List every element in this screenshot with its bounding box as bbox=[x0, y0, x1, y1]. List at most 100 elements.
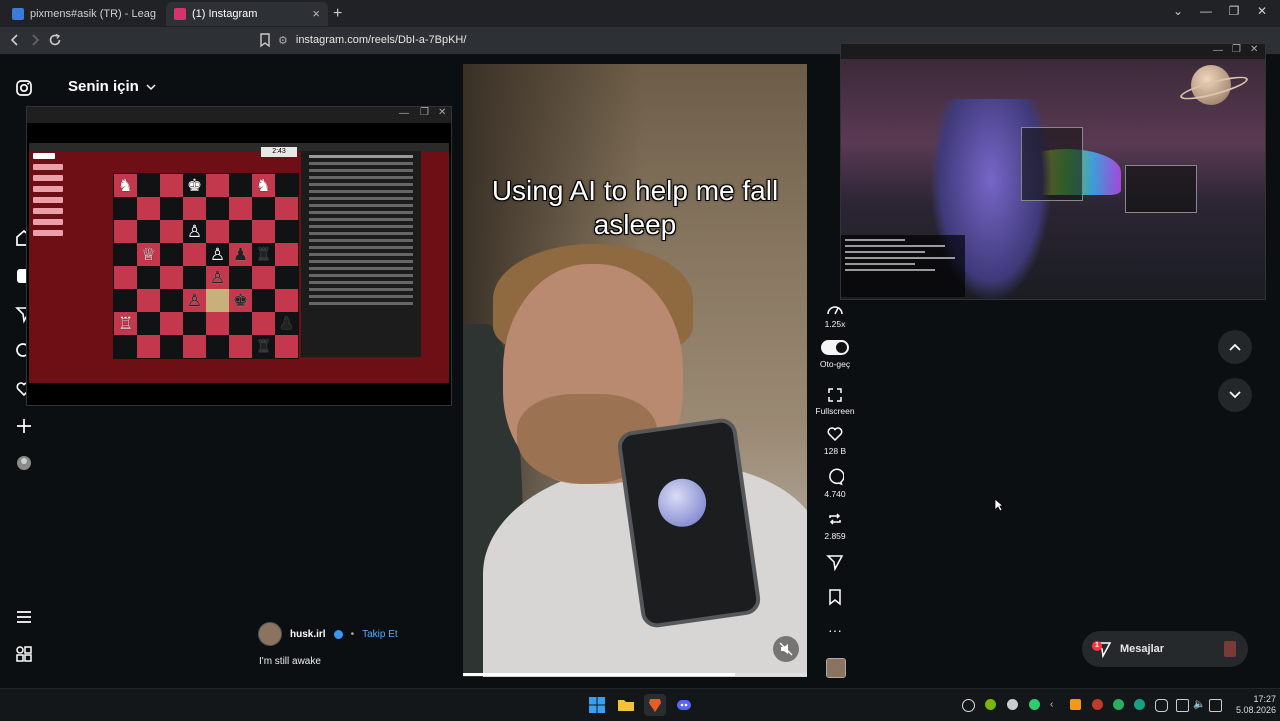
system-clock[interactable]: 17:27 5.08.2026 bbox=[1222, 694, 1276, 716]
forward-arrow-icon[interactable] bbox=[26, 31, 44, 49]
chevron-left-icon[interactable]: ‹ bbox=[1050, 699, 1061, 710]
minimize-icon[interactable]: — bbox=[1213, 45, 1223, 56]
chess-square[interactable] bbox=[206, 220, 229, 243]
chess-square[interactable] bbox=[252, 220, 275, 243]
profile-avatar-icon[interactable] bbox=[14, 453, 34, 473]
chess-square[interactable] bbox=[137, 312, 160, 335]
chess-square[interactable] bbox=[229, 312, 252, 335]
fullscreen-button[interactable]: Fullscreen bbox=[815, 387, 855, 416]
close-window-icon[interactable]: ✕ bbox=[1252, 4, 1272, 18]
author-username[interactable]: husk.irl bbox=[290, 629, 326, 640]
chess-square[interactable] bbox=[160, 312, 183, 335]
chess-square[interactable]: ♙ bbox=[206, 266, 229, 289]
maximize-icon[interactable]: ❐ bbox=[420, 107, 429, 118]
chess-square[interactable] bbox=[206, 312, 229, 335]
chess-square[interactable] bbox=[275, 335, 298, 358]
chess-square[interactable] bbox=[275, 289, 298, 312]
chess-square[interactable] bbox=[206, 174, 229, 197]
microphone-icon[interactable] bbox=[1155, 699, 1168, 712]
site-info-icon[interactable]: ⚙ bbox=[278, 34, 288, 47]
chess-square[interactable] bbox=[160, 197, 183, 220]
chess-square[interactable] bbox=[275, 266, 298, 289]
pip-titlebar[interactable]: — ❐ ✕ bbox=[841, 44, 1265, 59]
url-field[interactable]: ⚙ instagram.com/reels/DbI-a-7BpKH/ bbox=[278, 30, 838, 50]
feed-selector[interactable]: Senin için bbox=[68, 78, 157, 95]
chess-square[interactable]: ♙ bbox=[183, 220, 206, 243]
chess-piece-icon[interactable]: ♜ bbox=[256, 338, 271, 355]
chess-square[interactable]: ♚ bbox=[229, 289, 252, 312]
chess-square[interactable] bbox=[137, 289, 160, 312]
chess-square[interactable] bbox=[114, 197, 137, 220]
chess-square[interactable] bbox=[137, 220, 160, 243]
speed-button[interactable]: 1.25x bbox=[815, 302, 855, 329]
chess-square[interactable]: ♖ bbox=[114, 312, 137, 335]
video-progress-bar[interactable] bbox=[463, 673, 807, 676]
chess-piece-icon[interactable]: ♕ bbox=[141, 246, 156, 263]
chess-piece-icon[interactable]: ♙ bbox=[187, 223, 202, 240]
more-options-icon[interactable]: ··· bbox=[815, 622, 855, 638]
pip-titlebar[interactable]: — ❐ ✕ bbox=[27, 107, 451, 123]
like-button[interactable]: 128 B bbox=[815, 425, 855, 456]
chess-square[interactable] bbox=[206, 197, 229, 220]
chess-square[interactable] bbox=[252, 312, 275, 335]
toggle-switch[interactable] bbox=[821, 340, 849, 355]
chess-piece-icon[interactable]: ♞ bbox=[256, 177, 271, 194]
maximize-icon[interactable]: ❐ bbox=[1224, 4, 1244, 18]
repost-button[interactable]: 2.859 bbox=[815, 510, 855, 541]
tray-app-icon[interactable] bbox=[1113, 699, 1124, 710]
chess-square[interactable] bbox=[114, 243, 137, 266]
reel-video[interactable]: Using AI to help me fall asleep bbox=[463, 64, 807, 677]
chess-piece-icon[interactable]: ♚ bbox=[187, 177, 202, 194]
chess-square[interactable] bbox=[206, 289, 229, 312]
chess-square[interactable] bbox=[183, 197, 206, 220]
chess-square[interactable] bbox=[229, 266, 252, 289]
brave-browser-icon[interactable] bbox=[644, 694, 666, 716]
file-explorer-icon[interactable] bbox=[615, 694, 637, 716]
chess-square[interactable] bbox=[229, 174, 252, 197]
chess-square[interactable]: ♙ bbox=[206, 243, 229, 266]
meta-apps-icon[interactable] bbox=[14, 644, 34, 664]
tray-app-icon[interactable] bbox=[1007, 699, 1018, 710]
chess-pip-window[interactable]: — ❐ ✕ ♞ ♚ ♞ ♙ ♕ ♙ ♟ ♜ ♙ ♙ ♚ ♖ ♟ ♜ 2:43 bbox=[26, 106, 452, 406]
chess-square[interactable]: ♚ bbox=[183, 174, 206, 197]
back-arrow-icon[interactable] bbox=[6, 31, 24, 49]
tray-app-icon[interactable] bbox=[1070, 699, 1081, 710]
mute-button[interactable] bbox=[773, 636, 799, 662]
chess-square[interactable] bbox=[160, 174, 183, 197]
chess-square[interactable]: ♜ bbox=[252, 243, 275, 266]
more-menu-icon[interactable] bbox=[14, 607, 34, 627]
tab-instagram[interactable]: (1) Instagram × bbox=[166, 2, 328, 26]
chess-board[interactable]: ♞ ♚ ♞ ♙ ♕ ♙ ♟ ♜ ♙ ♙ ♚ ♖ ♟ ♜ bbox=[113, 173, 299, 359]
chess-piece-icon[interactable]: ♙ bbox=[210, 246, 225, 263]
chess-square[interactable] bbox=[137, 174, 160, 197]
chess-square[interactable] bbox=[183, 266, 206, 289]
chess-square[interactable] bbox=[206, 335, 229, 358]
chess-piece-icon[interactable]: ♜ bbox=[256, 246, 271, 263]
battery-icon[interactable] bbox=[1209, 699, 1222, 712]
tray-app-icon[interactable] bbox=[1029, 699, 1040, 710]
chess-square[interactable] bbox=[114, 335, 137, 358]
chess-square[interactable]: ♜ bbox=[252, 335, 275, 358]
chess-square[interactable] bbox=[183, 335, 206, 358]
game-pip-window[interactable]: — ❐ ✕ bbox=[840, 43, 1266, 300]
chess-square[interactable] bbox=[229, 220, 252, 243]
chess-piece-icon[interactable]: ♞ bbox=[118, 177, 133, 194]
chess-square[interactable] bbox=[160, 243, 183, 266]
close-tab-icon[interactable]: × bbox=[312, 7, 320, 20]
discord-icon[interactable] bbox=[673, 694, 695, 716]
chess-piece-icon[interactable]: ♙ bbox=[187, 292, 202, 309]
close-icon[interactable]: ✕ bbox=[1250, 44, 1258, 55]
instagram-logo-icon[interactable] bbox=[14, 78, 34, 98]
chess-square[interactable] bbox=[160, 220, 183, 243]
chess-piece-icon[interactable]: ♟ bbox=[279, 315, 294, 332]
chess-square[interactable] bbox=[160, 266, 183, 289]
chess-square[interactable] bbox=[275, 243, 298, 266]
network-icon[interactable] bbox=[1176, 699, 1189, 712]
minimize-icon[interactable]: — bbox=[1196, 4, 1216, 18]
chess-square[interactable] bbox=[137, 197, 160, 220]
next-reel-button[interactable] bbox=[1218, 378, 1252, 412]
chess-square[interactable] bbox=[183, 312, 206, 335]
share-button[interactable] bbox=[815, 553, 855, 574]
chess-piece-icon[interactable]: ♖ bbox=[118, 315, 133, 332]
chess-piece-icon[interactable]: ♙ bbox=[210, 269, 225, 286]
